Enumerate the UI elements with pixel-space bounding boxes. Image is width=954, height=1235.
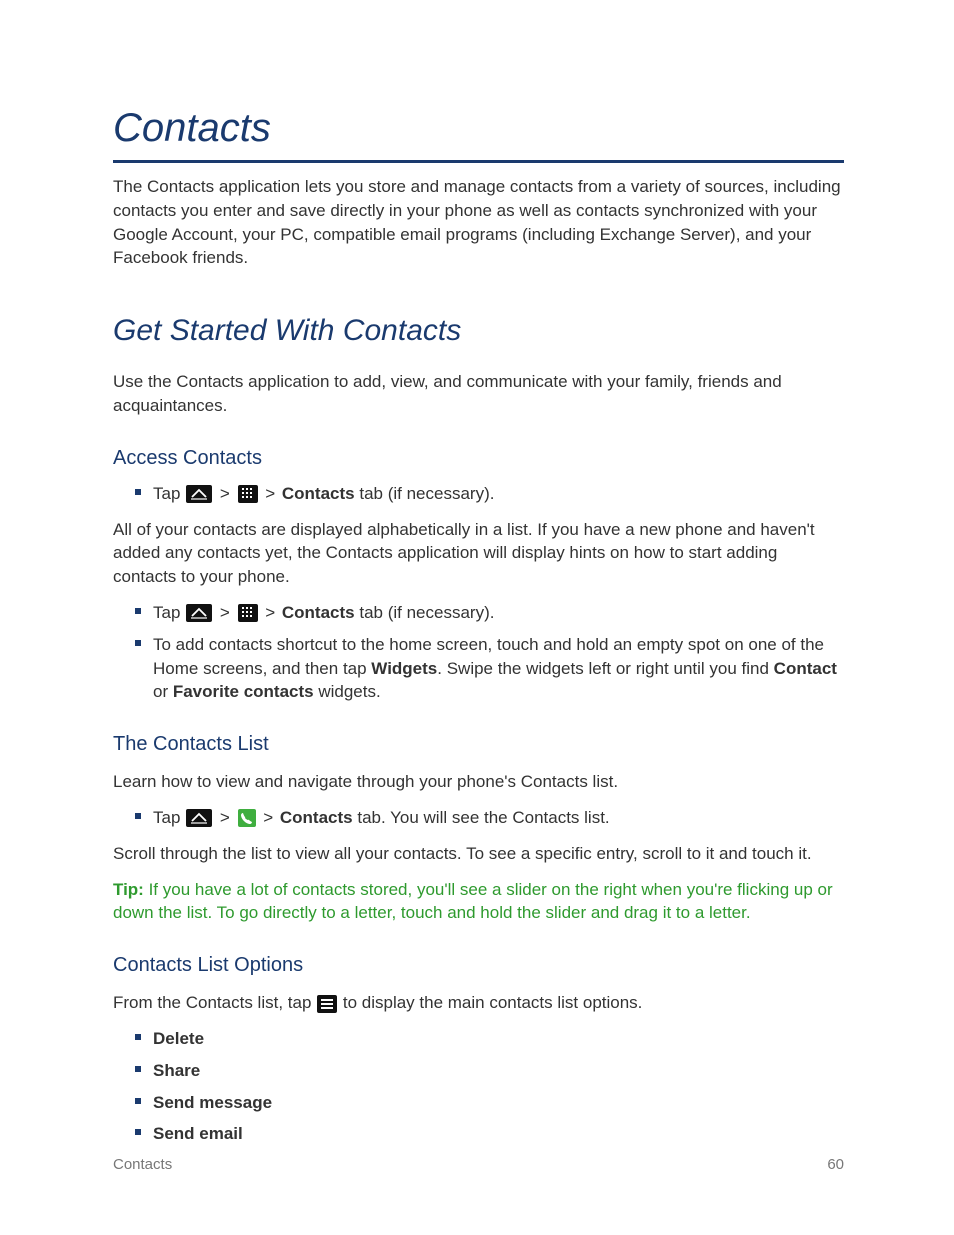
tab-suffix: tab (if necessary). (355, 484, 495, 503)
li2-suffix: widgets. (314, 682, 381, 701)
contacts-bold: Contacts (282, 603, 355, 622)
options-intro-prefix: From the Contacts list, tap (113, 993, 316, 1012)
contacts-list-intro: Learn how to view and navigate through y… (113, 770, 844, 794)
tip-paragraph: Tip: If you have a lot of contacts store… (113, 878, 844, 926)
list-item: Tap > > Contacts tab (if necessary). (135, 601, 844, 625)
options-intro: From the Contacts list, tap to display t… (113, 991, 844, 1015)
subhead-contacts-list: The Contacts List (113, 730, 844, 758)
separator: > (215, 808, 234, 827)
access-contacts-list-1: Tap > > Contacts tab (if necessary). (135, 482, 844, 506)
contacts-bold: Contacts (280, 808, 353, 827)
separator: > (215, 484, 234, 503)
footer-section-name: Contacts (113, 1154, 172, 1175)
list-item: Send email (135, 1122, 844, 1146)
widgets-bold: Widgets (371, 659, 437, 678)
tap-prefix: Tap (153, 484, 185, 503)
list-item: Share (135, 1059, 844, 1083)
contacts-list-steps: Tap > > Contacts tab. You will see the C… (135, 806, 844, 830)
contact-bold: Contact (774, 659, 837, 678)
options-list: Delete Share Send message Send email (135, 1027, 844, 1146)
page: Contacts The Contacts application lets y… (0, 0, 954, 1235)
home-icon (186, 485, 212, 503)
option-share: Share (153, 1061, 200, 1080)
separator: > (215, 603, 234, 622)
home-icon (186, 604, 212, 622)
tab-suffix: tab. You will see the Contacts list. (353, 808, 610, 827)
apps-grid-icon (238, 604, 258, 622)
section-heading-get-started: Get Started With Contacts (113, 310, 844, 352)
footer-page-number: 60 (827, 1154, 844, 1175)
contacts-list-scroll: Scroll through the list to view all your… (113, 842, 844, 866)
contacts-bold: Contacts (282, 484, 355, 503)
separator: > (261, 484, 280, 503)
li2-or: or (153, 682, 173, 701)
home-icon (186, 809, 212, 827)
list-item: To add contacts shortcut to the home scr… (135, 633, 844, 704)
tab-suffix: tab (if necessary). (355, 603, 495, 622)
tap-prefix: Tap (153, 603, 185, 622)
option-send-email: Send email (153, 1124, 243, 1143)
option-delete: Delete (153, 1029, 204, 1048)
subhead-contacts-list-options: Contacts List Options (113, 951, 844, 979)
tip-body: If you have a lot of contacts stored, yo… (113, 880, 833, 923)
options-intro-suffix: to display the main contacts list option… (338, 993, 642, 1012)
intro-paragraph: The Contacts application lets you store … (113, 175, 844, 270)
menu-icon (317, 995, 337, 1013)
subhead-access-contacts: Access Contacts (113, 444, 844, 472)
section-intro: Use the Contacts application to add, vie… (113, 370, 844, 418)
separator: > (261, 603, 280, 622)
access-contacts-list-2: Tap > > Contacts tab (if necessary). To … (135, 601, 844, 704)
favorite-contacts-bold: Favorite contacts (173, 682, 314, 701)
page-footer: Contacts 60 (113, 1154, 844, 1175)
tip-label: Tip: (113, 880, 144, 899)
separator: > (259, 808, 278, 827)
apps-grid-icon (238, 485, 258, 503)
phone-icon (238, 809, 256, 827)
access-contacts-paragraph: All of your contacts are displayed alpha… (113, 518, 844, 589)
li2-mid: . Swipe the widgets left or right until … (437, 659, 773, 678)
tap-prefix: Tap (153, 808, 185, 827)
list-item: Tap > > Contacts tab (if necessary). (135, 482, 844, 506)
option-send-message: Send message (153, 1093, 272, 1112)
list-item: Delete (135, 1027, 844, 1051)
list-item: Tap > > Contacts tab. You will see the C… (135, 806, 844, 830)
list-item: Send message (135, 1091, 844, 1115)
page-title: Contacts (113, 100, 844, 163)
